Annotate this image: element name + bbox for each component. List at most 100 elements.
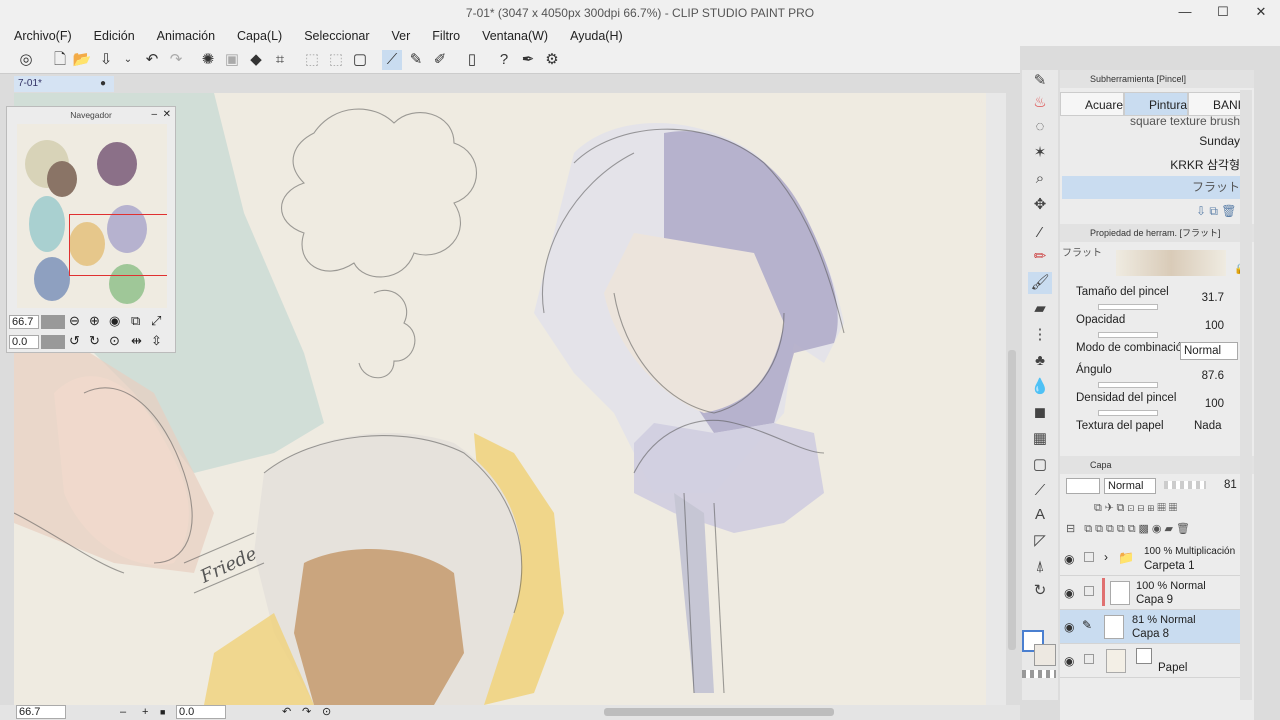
zoom-slider[interactable] bbox=[41, 315, 65, 329]
brush-tool-icon[interactable]: 🖌 bbox=[1028, 272, 1052, 294]
menu-ver[interactable]: Ver bbox=[392, 26, 422, 46]
deselect-icon[interactable]: ⬚ bbox=[302, 50, 322, 70]
clear-icon[interactable]: ▣ bbox=[222, 50, 242, 70]
document-tab[interactable]: 7-01* bbox=[14, 76, 114, 92]
fit-window-icon[interactable]: ⤢ bbox=[151, 313, 161, 329]
open-folder-icon[interactable]: 📂 bbox=[72, 50, 92, 70]
pen-tool-icon[interactable]: ✎ bbox=[1028, 70, 1052, 92]
navigator-zoom-field[interactable]: 66.7 bbox=[9, 315, 39, 329]
brush-item-krkr[interactable]: KRKR 삼각형 bbox=[1062, 154, 1246, 177]
help-icon[interactable]: ? bbox=[494, 50, 514, 70]
brush-item-flat[interactable]: フラット bbox=[1062, 176, 1246, 199]
chevron-right-icon[interactable]: › bbox=[1104, 550, 1108, 564]
balloon-tool-icon[interactable]: ◸ bbox=[1028, 530, 1052, 552]
layer-toolbar-row-2[interactable]: ⊟ ⧉⧉⧉⧉⧉▩◉▰🗑 bbox=[1066, 522, 1193, 536]
zoom-slider-plus-icon[interactable]: + bbox=[142, 705, 148, 720]
prop-opacity[interactable]: Opacidad 100 bbox=[1076, 314, 1252, 340]
blend-mode-select[interactable]: Normal bbox=[1180, 342, 1238, 360]
menu-ventana[interactable]: Ventana(W) bbox=[482, 26, 559, 46]
eye-icon[interactable]: ◉ bbox=[1064, 552, 1074, 566]
clip-studio-icon[interactable]: ◎ bbox=[16, 50, 36, 70]
layer-blend-select[interactable]: Normal bbox=[1104, 478, 1156, 494]
rotation-slider[interactable] bbox=[41, 335, 65, 349]
prop-paper-texture[interactable]: Textura del papel Nada bbox=[1076, 420, 1252, 446]
device-icon[interactable]: ▯ bbox=[462, 50, 482, 70]
subtool-tab-acuarela[interactable]: Acuare bbox=[1060, 92, 1124, 116]
prop-value[interactable]: 100 bbox=[1205, 398, 1224, 410]
fit-screen-icon[interactable]: ⧉ bbox=[131, 313, 140, 329]
minimize-button[interactable]: — bbox=[1166, 0, 1204, 26]
invert-selection-icon[interactable]: ⬚ bbox=[326, 50, 346, 70]
zoom-out-icon[interactable]: ⊖ bbox=[69, 313, 80, 329]
eraser-tool-icon[interactable]: ▰ bbox=[1028, 298, 1052, 320]
status-angle-field[interactable]: 0.0 bbox=[176, 705, 226, 719]
zoom-tool-icon[interactable]: ⌕ bbox=[1028, 168, 1052, 190]
brush-item-square-texture[interactable]: square texture brush bbox=[1062, 115, 1246, 128]
rotate-right-icon[interactable]: ↻ bbox=[89, 333, 100, 349]
paper-texture-value[interactable]: Nada bbox=[1194, 420, 1222, 432]
transparent-color-swatch[interactable] bbox=[1022, 670, 1056, 678]
zoom-in-icon[interactable]: ⊕ bbox=[89, 313, 100, 329]
layer-row[interactable]: ◉ Papel bbox=[1060, 644, 1240, 678]
menu-capa[interactable]: Capa(L) bbox=[237, 26, 293, 46]
close-button[interactable]: ✕ bbox=[1242, 0, 1280, 26]
close-panel-icon[interactable]: ✕ bbox=[163, 109, 171, 120]
status-rotate-right-icon[interactable]: ↷ bbox=[302, 705, 311, 720]
redo-icon[interactable]: ↷ bbox=[166, 50, 186, 70]
subtool-tab-bani[interactable]: BANI bbox=[1188, 92, 1248, 116]
menu-archivo[interactable]: Archivo(F) bbox=[14, 26, 83, 46]
prop-density[interactable]: Densidad del pincel 100 bbox=[1076, 392, 1252, 418]
layer-lock-checkbox[interactable] bbox=[1084, 654, 1094, 664]
prop-value[interactable]: 87.6 bbox=[1202, 370, 1224, 382]
brush-settings-icon[interactable]: ⚙ bbox=[542, 50, 562, 70]
flip-vertical-icon[interactable]: ⇳ bbox=[151, 333, 162, 349]
subtool-tab-pintura[interactable]: Pintura bbox=[1124, 92, 1188, 116]
zoom-slider-minus-icon[interactable]: – bbox=[120, 705, 126, 720]
prop-slider[interactable] bbox=[1098, 332, 1158, 338]
blend-tool-icon[interactable]: 💧 bbox=[1028, 376, 1052, 398]
chevron-down-icon[interactable]: ⌄ bbox=[118, 50, 138, 70]
menu-edicion[interactable]: Edición bbox=[94, 26, 146, 46]
vertical-scrollbar[interactable] bbox=[986, 93, 1006, 705]
menu-animacion[interactable]: Animación bbox=[157, 26, 226, 46]
horizontal-scroll-thumb[interactable] bbox=[604, 708, 834, 716]
eye-icon[interactable]: ◉ bbox=[1064, 620, 1074, 634]
status-rotate-left-icon[interactable]: ↶ bbox=[282, 705, 291, 720]
loading-icon[interactable]: ✺ bbox=[198, 50, 218, 70]
pen-tool-2-icon[interactable]: ⁄ bbox=[1028, 222, 1052, 244]
fill-icon[interactable]: ◆ bbox=[246, 50, 266, 70]
prop-brush-size[interactable]: Tamaño del pincel 31.7 bbox=[1076, 286, 1252, 312]
figure-tool-icon[interactable]: ▢ bbox=[1028, 454, 1052, 476]
cake-icon[interactable]: ♨ bbox=[1028, 92, 1052, 114]
prop-value[interactable]: 31.7 bbox=[1202, 292, 1224, 304]
maximize-button[interactable]: ☐ bbox=[1204, 0, 1242, 26]
lasso-tool-icon[interactable]: ◌ bbox=[1028, 116, 1052, 138]
layer-opacity-value[interactable]: 81 bbox=[1224, 479, 1237, 491]
layer-row[interactable]: ◉ › 📁 100 % Multiplicación Carpeta 1 bbox=[1060, 542, 1240, 576]
special-ruler-icon[interactable]: ✎ bbox=[406, 50, 426, 70]
menu-filtro[interactable]: Filtro bbox=[432, 26, 471, 46]
grid-snap-icon[interactable]: ✐ bbox=[430, 50, 450, 70]
navigator-angle-field[interactable]: 0.0 bbox=[9, 335, 39, 349]
prop-slider[interactable] bbox=[1098, 382, 1158, 388]
pen-settings-icon[interactable]: ✒ bbox=[518, 50, 538, 70]
pencil-tool-icon[interactable]: ✏ bbox=[1028, 246, 1052, 268]
layer-lock-checkbox[interactable] bbox=[1084, 552, 1094, 562]
navigator-thumbnail[interactable] bbox=[17, 124, 167, 308]
layer-toolbar-row-1[interactable]: ⧉✈⧉⊡⊟⊞▦▦ bbox=[1094, 502, 1180, 515]
gradient-tool-icon[interactable]: ▦ bbox=[1028, 428, 1052, 450]
prop-slider[interactable] bbox=[1098, 304, 1158, 310]
ruler-snap-icon[interactable]: ⟋ bbox=[382, 50, 402, 70]
prop-value[interactable]: 100 bbox=[1205, 320, 1224, 332]
move-tool-icon[interactable]: ✥ bbox=[1028, 194, 1052, 216]
brush-item-sunday[interactable]: Sunday bbox=[1062, 130, 1246, 153]
flip-horizontal-icon[interactable]: ⇹ bbox=[131, 333, 142, 349]
eye-icon[interactable]: ◉ bbox=[1064, 586, 1074, 600]
reset-rotation-icon[interactable]: ⊙ bbox=[109, 333, 120, 349]
eyedropper-tool-icon[interactable]: ⟋ bbox=[1028, 480, 1052, 502]
layer-opacity-slider[interactable] bbox=[1164, 481, 1206, 489]
new-file-icon[interactable]: 🗋 bbox=[50, 50, 70, 70]
selection-border-icon[interactable]: ▢ bbox=[350, 50, 370, 70]
eye-icon[interactable]: ◉ bbox=[1064, 654, 1074, 668]
vertical-scroll-thumb[interactable] bbox=[1008, 350, 1016, 650]
